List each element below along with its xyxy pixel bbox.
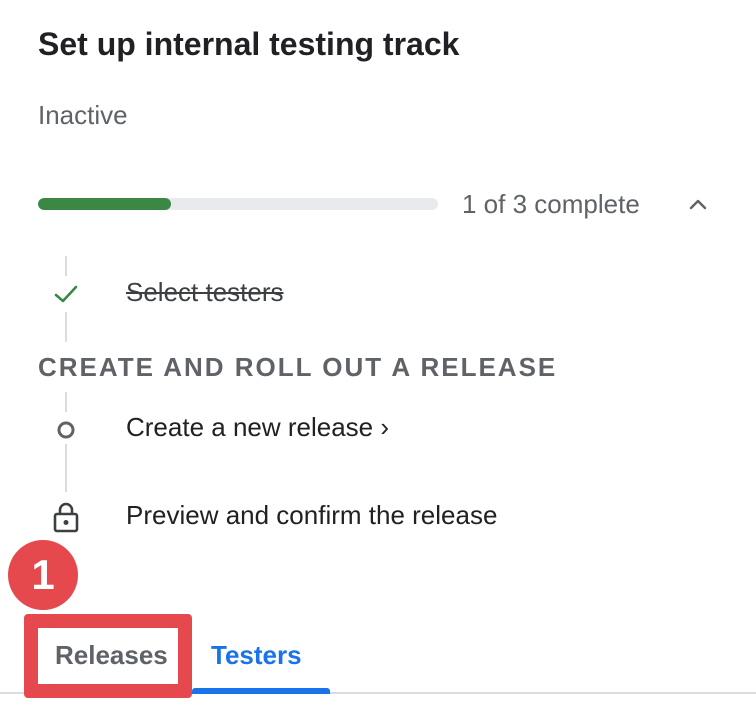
section-heading: CREATE AND ROLL OUT A RELEASE (38, 352, 558, 382)
circle-icon (54, 418, 78, 442)
step-preview-release: Preview and confirm the release (126, 500, 498, 530)
status-text: Inactive (38, 100, 128, 130)
annotation-badge: 1 (8, 540, 78, 610)
step-create-release-link[interactable]: Create a new release › (126, 412, 389, 443)
step-select-testers: Select testers (126, 277, 284, 307)
progress-label: 1 of 3 complete (462, 189, 640, 219)
lock-icon (50, 500, 82, 534)
progress-bar-fill (38, 198, 172, 210)
annotation-highlight-box (24, 614, 192, 698)
step-connector (65, 444, 67, 492)
progress-bar (38, 198, 438, 210)
page-title: Set up internal testing track (38, 26, 460, 62)
tab-testers[interactable]: Testers (211, 640, 302, 671)
check-icon (52, 280, 80, 308)
step-connector (65, 312, 67, 342)
step-connector (65, 256, 67, 276)
tab-selected-indicator (192, 688, 330, 694)
chevron-up-icon (689, 199, 707, 210)
step-connector (65, 392, 67, 412)
collapse-button[interactable] (682, 188, 714, 220)
